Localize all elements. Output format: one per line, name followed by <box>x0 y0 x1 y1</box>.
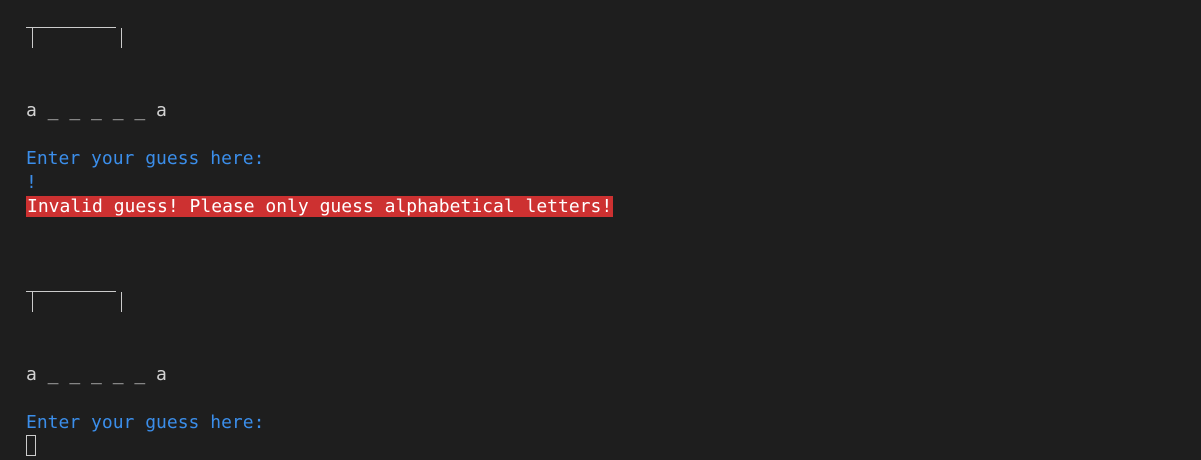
word-progress: a _ _ _ _ _ a <box>26 364 167 385</box>
guess-prompt: Enter your guess here: <box>26 148 265 169</box>
guess-input-echo: ! <box>26 172 37 193</box>
input-cursor[interactable] <box>26 435 36 456</box>
gallows-beam <box>26 27 116 28</box>
word-progress: a _ _ _ _ _ a <box>26 100 167 121</box>
gallows-beam <box>26 291 116 292</box>
guess-prompt: Enter your guess here: <box>26 412 265 433</box>
error-text: Invalid guess! Please only guess alphabe… <box>26 196 614 217</box>
gallows-post-right <box>121 28 122 48</box>
gallows-post-right <box>121 292 122 312</box>
gallows-post-left <box>32 28 33 48</box>
error-message: Invalid guess! Please only guess alphabe… <box>26 195 614 219</box>
terminal-output: a _ _ _ _ _ a Enter your guess here: ! I… <box>26 0 1186 460</box>
gallows-post-left <box>32 292 33 312</box>
